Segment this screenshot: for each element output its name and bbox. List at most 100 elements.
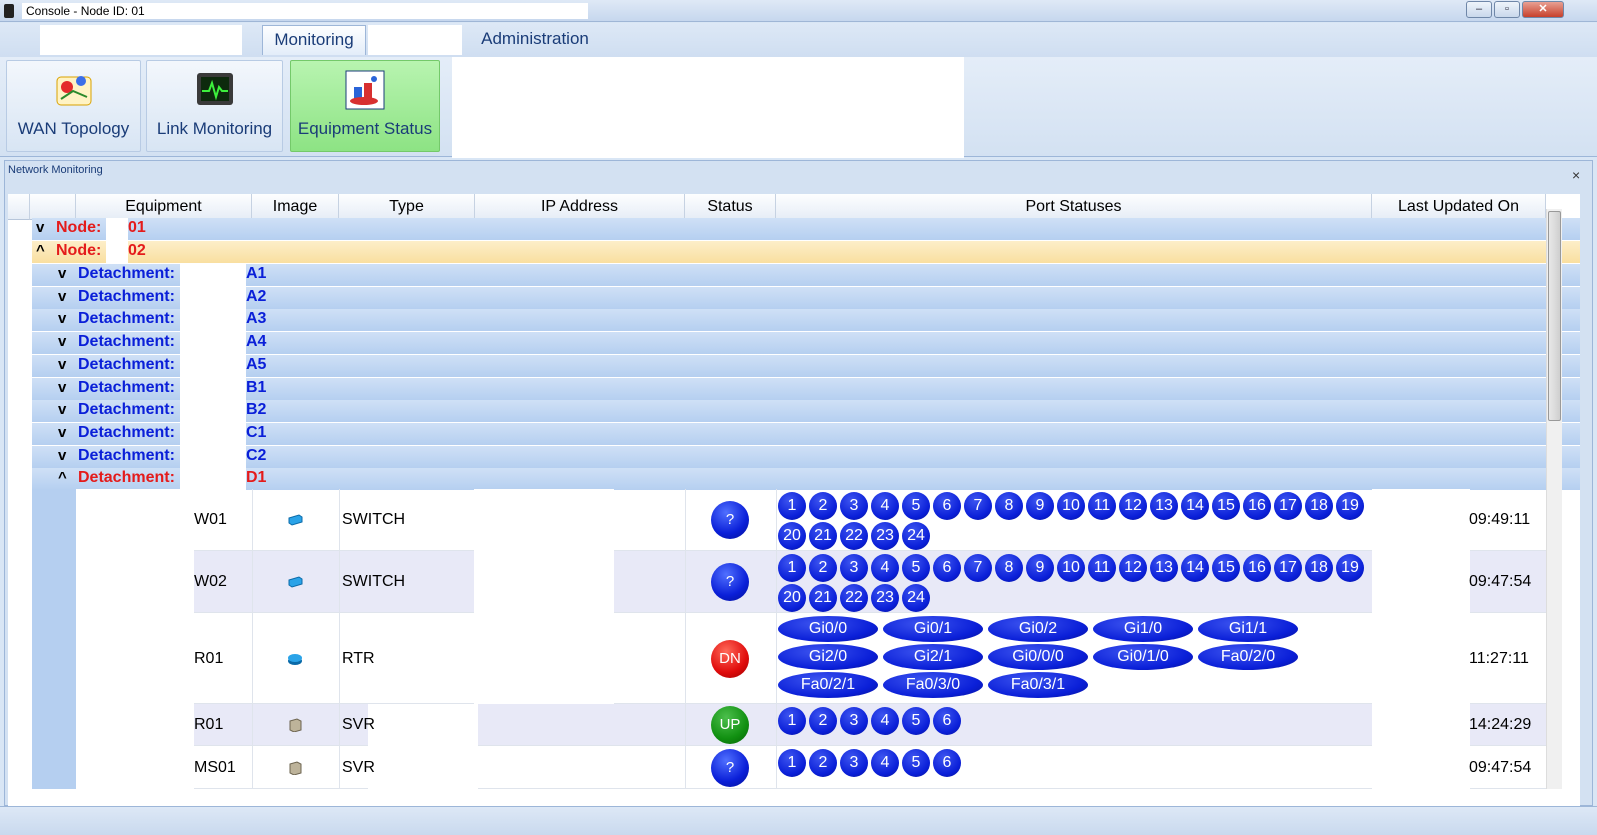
header-equipment[interactable]: Equipment — [76, 194, 252, 220]
header-image[interactable]: Image — [252, 194, 339, 220]
port-badge[interactable]: 7 — [964, 554, 992, 582]
port-badge[interactable]: 1 — [778, 707, 806, 735]
port-badge[interactable]: Gi0/1/0 — [1093, 644, 1193, 670]
detachment-row[interactable]: v Detachment: A1 — [32, 264, 1580, 287]
port-badge[interactable]: 22 — [840, 584, 868, 612]
port-badge[interactable]: 4 — [871, 707, 899, 735]
port-badge[interactable]: 21 — [809, 584, 837, 612]
header-status[interactable]: Status — [685, 194, 776, 220]
port-badge[interactable]: 6 — [933, 554, 961, 582]
port-badge[interactable]: 6 — [933, 749, 961, 777]
port-badge[interactable]: 18 — [1305, 554, 1333, 582]
port-badge[interactable]: 3 — [840, 554, 868, 582]
port-badge[interactable]: Gi2/0 — [778, 644, 878, 670]
port-badge[interactable]: 16 — [1243, 492, 1271, 520]
port-badge[interactable]: Fa0/2/1 — [778, 672, 878, 698]
port-badge[interactable]: 2 — [809, 554, 837, 582]
port-badge[interactable]: 14 — [1181, 492, 1209, 520]
port-badge[interactable]: Fa0/3/0 — [883, 672, 983, 698]
port-badge[interactable]: 21 — [809, 522, 837, 550]
port-badge[interactable]: Gi0/1 — [883, 616, 983, 642]
header-last-updated[interactable]: Last Updated On — [1372, 194, 1546, 220]
expand-chevron-icon[interactable]: ^ — [58, 469, 67, 486]
detachment-row[interactable]: v Detachment: A2 — [32, 286, 1580, 310]
port-badge[interactable]: 3 — [840, 707, 868, 735]
maximize-button[interactable]: ▫ — [1494, 1, 1520, 18]
tab-redacted-2[interactable] — [368, 25, 462, 55]
expand-chevron-icon[interactable]: v — [58, 333, 66, 350]
equipment-row[interactable]: W02 SWITCH? 1 2 3 4 5 6 7 8 9 10 11 12 13 14 15 16 17 18 19 2… — [76, 551, 1546, 613]
port-badge[interactable]: 10 — [1057, 554, 1085, 582]
port-badge[interactable]: Gi1/0 — [1093, 616, 1193, 642]
expand-chevron-icon[interactable]: v — [36, 219, 44, 236]
port-badge[interactable]: 2 — [809, 707, 837, 735]
port-badge[interactable]: 13 — [1150, 554, 1178, 582]
header-port-statuses[interactable]: Port Statuses — [776, 194, 1372, 220]
port-badge[interactable]: Fa0/3/1 — [988, 672, 1088, 698]
detachment-row[interactable]: v Detachment: C1 — [32, 422, 1580, 446]
port-badge[interactable]: 3 — [840, 749, 868, 777]
port-badge[interactable]: 15 — [1212, 492, 1240, 520]
node-row[interactable]: v Node: 01 — [32, 218, 1580, 241]
equipment-row[interactable]: R01 RTR DN Gi0/0 Gi0/1 Gi0/2 Gi1/0 Gi1/1 Gi2/0 Gi… — [76, 613, 1546, 704]
port-badge[interactable]: 4 — [871, 749, 899, 777]
port-badge[interactable]: 23 — [871, 584, 899, 612]
port-badge[interactable]: 3 — [840, 492, 868, 520]
port-badge[interactable]: 2 — [809, 492, 837, 520]
close-button[interactable]: ✕ — [1522, 1, 1564, 18]
tab-monitoring[interactable]: Monitoring — [262, 25, 366, 55]
port-badge[interactable]: 24 — [902, 584, 930, 612]
port-badge[interactable]: 5 — [902, 707, 930, 735]
port-badge[interactable]: 11 — [1088, 492, 1116, 520]
port-badge[interactable]: 16 — [1243, 554, 1271, 582]
equipment-row[interactable]: W01 SWITCH? 1 2 3 4 5 6 7 8 9 10 11 12 13 14 15 16 17 18 19 2… — [76, 489, 1546, 551]
link-monitoring-button[interactable]: Link Monitoring — [146, 60, 283, 152]
header-type[interactable]: Type — [339, 194, 475, 220]
detachment-row[interactable]: v Detachment: A3 — [32, 309, 1580, 333]
port-badge[interactable]: 12 — [1119, 554, 1147, 582]
expand-chevron-icon[interactable]: v — [58, 356, 66, 373]
expand-chevron-icon[interactable]: v — [58, 401, 66, 418]
equipment-status-button[interactable]: Equipment Status — [290, 60, 440, 152]
port-badge[interactable]: 9 — [1026, 554, 1054, 582]
port-badge[interactable]: 6 — [933, 492, 961, 520]
port-badge[interactable]: 13 — [1150, 492, 1178, 520]
port-badge[interactable]: Gi0/0 — [778, 616, 878, 642]
expand-chevron-icon[interactable]: v — [58, 288, 66, 305]
port-badge[interactable]: 5 — [902, 554, 930, 582]
scrollbar-thumb[interactable] — [1548, 211, 1561, 421]
port-badge[interactable]: 8 — [995, 554, 1023, 582]
port-badge[interactable]: 14 — [1181, 554, 1209, 582]
panel-close-button[interactable]: × — [1572, 167, 1580, 183]
port-badge[interactable]: 1 — [778, 749, 806, 777]
detachment-row[interactable]: ^ Detachment: D1 — [32, 468, 1580, 492]
port-badge[interactable]: 1 — [778, 554, 806, 582]
port-badge[interactable]: 8 — [995, 492, 1023, 520]
expand-chevron-icon[interactable]: v — [58, 379, 66, 396]
port-badge[interactable]: Gi0/2 — [988, 616, 1088, 642]
port-badge[interactable]: 2 — [809, 749, 837, 777]
port-badge[interactable]: 10 — [1057, 492, 1085, 520]
port-badge[interactable]: 24 — [902, 522, 930, 550]
port-badge[interactable]: 20 — [778, 584, 806, 612]
wan-topology-button[interactable]: WAN Topology — [6, 60, 141, 152]
port-badge[interactable]: 11 — [1088, 554, 1116, 582]
port-badge[interactable]: 18 — [1305, 492, 1333, 520]
port-badge[interactable]: 6 — [933, 707, 961, 735]
detachment-row[interactable]: v Detachment: A4 — [32, 332, 1580, 356]
port-badge[interactable]: 9 — [1026, 492, 1054, 520]
node-row-selected[interactable]: ^ Node: 02 — [32, 241, 1580, 264]
port-badge[interactable]: 4 — [871, 554, 899, 582]
port-badge[interactable]: 5 — [902, 492, 930, 520]
detachment-row[interactable]: v Detachment: B1 — [32, 377, 1580, 401]
collapse-chevron-icon[interactable]: ^ — [36, 242, 45, 259]
port-badge[interactable]: 17 — [1274, 554, 1302, 582]
port-badge[interactable]: 23 — [871, 522, 899, 550]
tab-administration[interactable]: Administration — [470, 25, 600, 55]
port-badge[interactable]: Gi0/0/0 — [988, 644, 1088, 670]
expand-chevron-icon[interactable]: v — [58, 310, 66, 327]
port-badge[interactable]: 4 — [871, 492, 899, 520]
port-badge[interactable]: 7 — [964, 492, 992, 520]
equipment-row[interactable]: MS01 SVR? 1 2 3 4 5 6 09:47:54 — [76, 746, 1546, 789]
port-badge[interactable]: 15 — [1212, 554, 1240, 582]
